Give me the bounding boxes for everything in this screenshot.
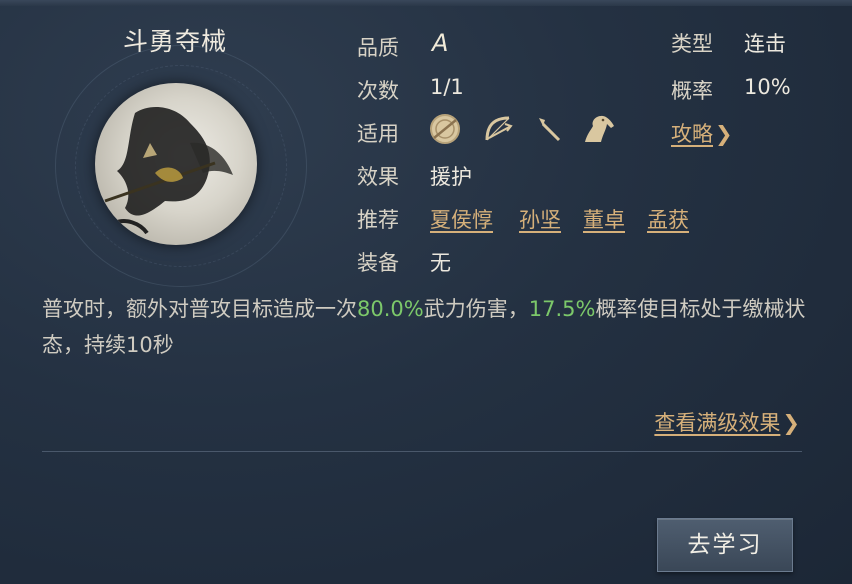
disarm-chance-highlight: 17.5%	[528, 297, 596, 321]
shield-icon	[428, 112, 462, 146]
effect-value: 援护	[430, 165, 472, 189]
guide-link[interactable]: 攻略❯	[671, 118, 733, 148]
recommend-hero-link[interactable]: 孙坚	[519, 204, 561, 234]
top-border	[0, 0, 852, 6]
count-value: 1/1	[430, 75, 464, 99]
quality-label: 品质	[357, 36, 399, 60]
chevron-right-icon: ❯	[715, 122, 733, 146]
recommend-hero-link[interactable]: 孟获	[647, 204, 689, 234]
count-label: 次数	[357, 79, 399, 103]
horse-icon	[581, 112, 615, 146]
effect-label: 效果	[357, 165, 399, 189]
recommend-label: 推荐	[357, 208, 399, 232]
chance-label: 概率	[671, 79, 713, 103]
view-full-level-link[interactable]: 查看满级效果❯	[654, 407, 800, 437]
applies-label: 适用	[357, 122, 399, 146]
divider	[42, 451, 802, 452]
recommend-hero-link[interactable]: 夏侯惇	[430, 204, 493, 234]
bow-icon	[481, 112, 515, 146]
chance-value: 10%	[744, 75, 791, 99]
equip-value: 无	[430, 251, 451, 275]
type-value: 连击	[744, 32, 786, 56]
skill-portrait	[95, 83, 257, 245]
equip-label: 装备	[357, 251, 399, 275]
spear-icon	[531, 112, 565, 146]
chevron-right-icon: ❯	[782, 411, 800, 435]
learn-button[interactable]: 去学习	[657, 518, 793, 572]
type-label: 类型	[671, 32, 713, 56]
recommend-hero-link[interactable]: 董卓	[583, 204, 625, 234]
damage-rate-highlight: 80.0%	[357, 297, 424, 321]
quality-value: A	[432, 29, 449, 57]
skill-description: 普攻时，额外对普攻目标造成一次80.0%武力伤害，17.5%概率使目标处于缴械状…	[42, 297, 806, 357]
